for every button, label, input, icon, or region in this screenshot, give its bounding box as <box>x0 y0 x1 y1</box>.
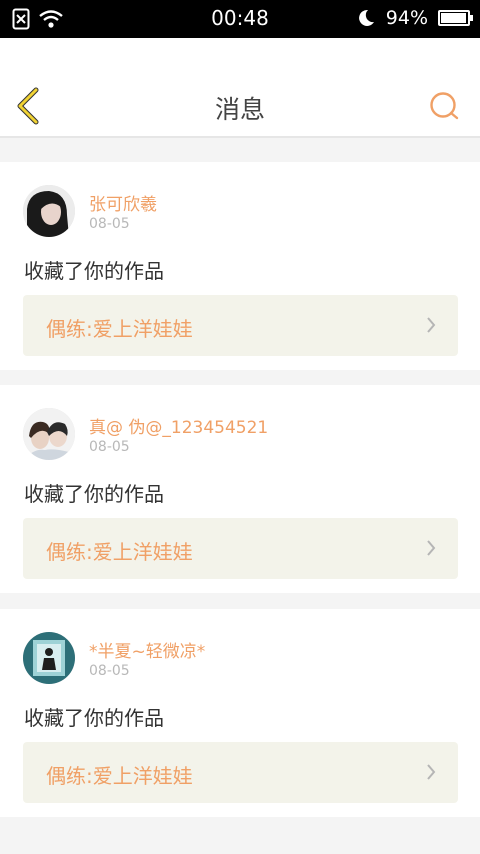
page-title: 消息 <box>214 95 265 124</box>
top-bar: 消息 <box>0 38 480 138</box>
search-button[interactable] <box>428 90 460 122</box>
avatar[interactable] <box>23 632 75 684</box>
avatar[interactable] <box>23 185 75 237</box>
username[interactable]: 张可欣羲 <box>89 190 157 215</box>
avatar[interactable] <box>23 408 75 460</box>
action-text: 收藏了你的作品 <box>24 482 164 506</box>
username[interactable]: 真@ 伪@_123454521 <box>89 413 268 438</box>
message-date: 08-05 <box>89 216 130 232</box>
message-date: 08-05 <box>89 439 130 455</box>
status-right-icons: 94% <box>356 7 473 29</box>
message-item: *半夏~轻微凉* 08-05 收藏了你的作品 偶练:爱上洋娃娃 <box>0 609 480 817</box>
work-title: 偶练:爱上洋娃娃 <box>46 317 193 341</box>
chevron-right-icon <box>427 764 436 780</box>
username[interactable]: *半夏~轻微凉* <box>89 637 205 662</box>
chevron-right-icon <box>427 317 436 333</box>
night-mode-icon <box>358 9 374 26</box>
search-icon <box>430 92 459 120</box>
message-item: 张可欣羲 08-05 收藏了你的作品 偶练:爱上洋娃娃 <box>0 162 480 370</box>
work-link[interactable]: 偶练:爱上洋娃娃 <box>23 742 458 803</box>
work-link[interactable]: 偶练:爱上洋娃娃 <box>23 518 458 579</box>
work-link[interactable]: 偶练:爱上洋娃娃 <box>23 295 458 356</box>
message-date: 08-05 <box>89 663 130 679</box>
chevron-right-icon <box>427 540 436 556</box>
action-text: 收藏了你的作品 <box>24 259 164 283</box>
battery-icon <box>438 10 473 26</box>
work-title: 偶练:爱上洋娃娃 <box>46 764 193 788</box>
work-title: 偶练:爱上洋娃娃 <box>46 540 193 564</box>
status-bar: 00:48 94% <box>0 0 480 38</box>
action-text: 收藏了你的作品 <box>24 706 164 730</box>
battery-percent: 94% <box>385 7 428 29</box>
message-item: 真@ 伪@_123454521 08-05 收藏了你的作品 偶练:爱上洋娃娃 <box>0 385 480 593</box>
